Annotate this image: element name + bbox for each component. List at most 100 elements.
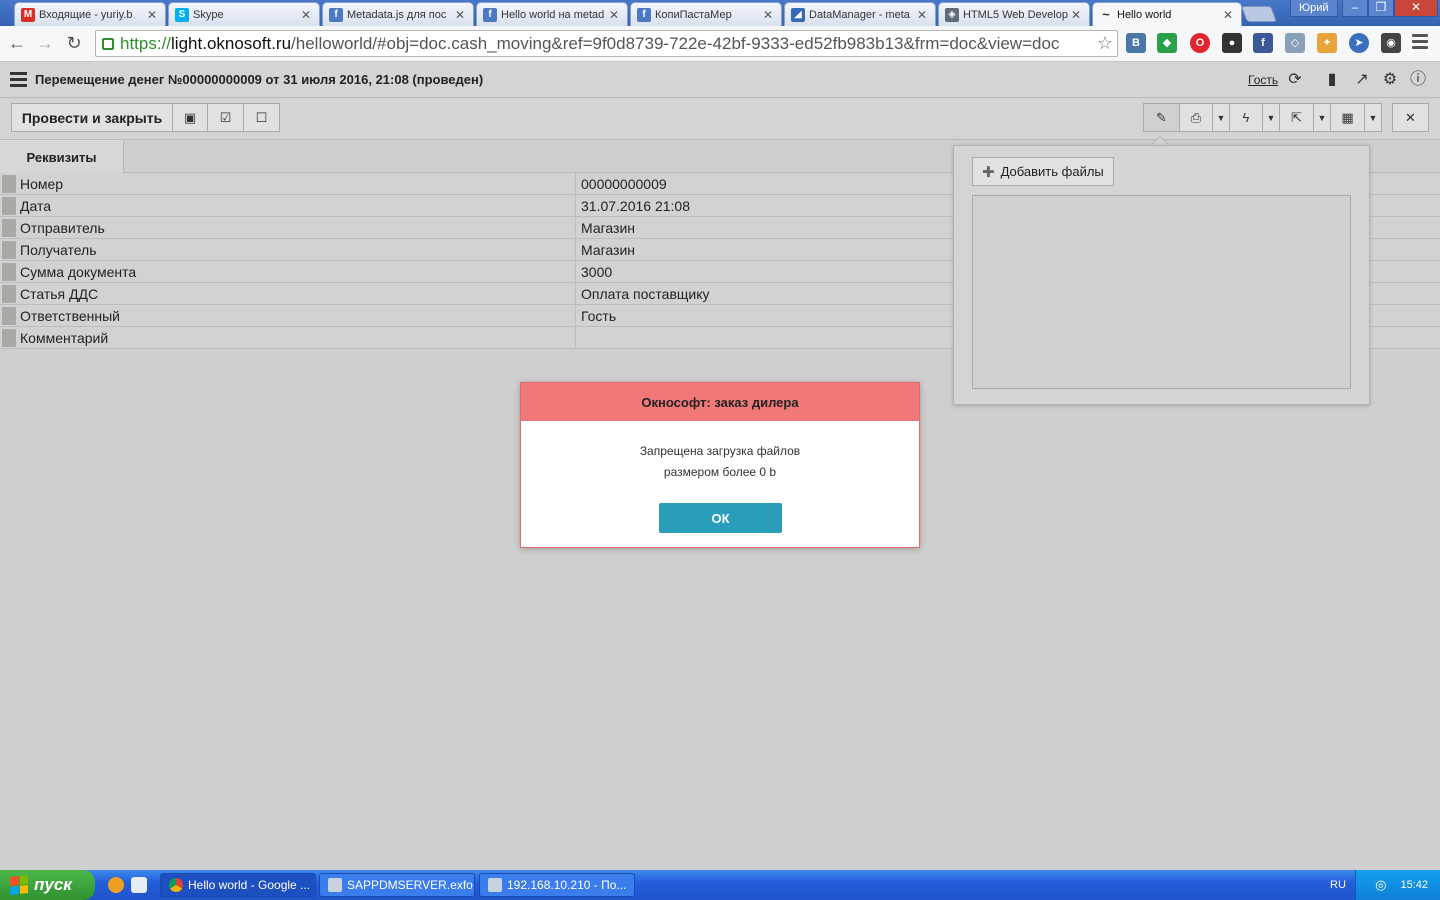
- window-user-badge[interactable]: Юрий: [1290, 0, 1338, 17]
- browser-tab-datamanager[interactable]: ◢ DataManager - meta ✕: [784, 2, 936, 26]
- attachments-list[interactable]: [972, 195, 1351, 389]
- lock-icon: [102, 37, 114, 50]
- close-icon[interactable]: ✕: [915, 8, 929, 22]
- open-external-button[interactable]: ⇱: [1279, 103, 1314, 132]
- dropbox-extension-icon[interactable]: ◇: [1285, 33, 1305, 53]
- tray-network-icon[interactable]: ◎: [1375, 877, 1386, 893]
- gear-icon[interactable]: ⚙: [1381, 71, 1399, 89]
- layout-dropdown-button[interactable]: ▼: [1364, 103, 1382, 132]
- refresh-icon[interactable]: ⟳: [1286, 71, 1304, 89]
- page-icon: f: [637, 7, 651, 22]
- browser-tab-helloworld[interactable]: ~ Hello world ✕: [1092, 2, 1242, 27]
- evernote-extension-icon[interactable]: ◆: [1157, 33, 1177, 53]
- task-remote-192[interactable]: 192.168.10.210 - По...: [479, 873, 635, 897]
- briefcase-icon[interactable]: ▮: [1323, 71, 1341, 89]
- start-button[interactable]: пуск: [0, 870, 95, 900]
- language-indicator[interactable]: RU: [1330, 879, 1346, 891]
- chevron-down-icon: ▼: [1317, 112, 1327, 123]
- task-label: SAPPDMSERVER.exfo...: [347, 878, 475, 892]
- telegram-extension-icon[interactable]: ➤: [1349, 33, 1369, 53]
- add-files-button[interactable]: ✚ Добавить файлы: [972, 157, 1114, 186]
- quicklaunch-messenger-icon[interactable]: [108, 877, 124, 893]
- browser-tab-label: КопиПастаМер: [655, 8, 732, 21]
- form-toolbar: Провести и закрыть ▣ ☑ ☐ ✎ ⎙ ▼ ϟ ▼ ⇱ ▼ ▦…: [0, 98, 1440, 140]
- row-marker: [2, 263, 16, 281]
- post-button[interactable]: ☑: [207, 103, 244, 132]
- url-text[interactable]: https://light.oknosoft.ru/helloworld/#ob…: [120, 34, 1059, 54]
- vk-extension-icon[interactable]: B: [1126, 33, 1146, 53]
- info-icon[interactable]: ⓘ: [1409, 71, 1427, 89]
- browser-tab-gmail[interactable]: M Входящие - yuriy.b ✕: [14, 2, 166, 26]
- print-button[interactable]: ⎙: [1179, 103, 1213, 132]
- reload-icon[interactable]: ↻: [63, 32, 85, 54]
- open-external-dropdown-button[interactable]: ▼: [1313, 103, 1331, 132]
- save-button[interactable]: ▣: [172, 103, 208, 132]
- browser-tab-kopipastamer[interactable]: f КопиПастаМер ✕: [630, 2, 782, 26]
- browser-tab-strip: M Входящие - yuriy.b ✕ S Skype ✕ f Metad…: [0, 0, 1440, 27]
- start-label: пуск: [34, 875, 72, 894]
- back-icon[interactable]: ←: [6, 32, 28, 54]
- chart-icon[interactable]: ↗: [1353, 71, 1371, 89]
- browser-tab-label: Metadata.js для пос: [347, 8, 447, 21]
- layout-button[interactable]: ▦: [1330, 103, 1365, 132]
- hamburger-menu-icon[interactable]: [10, 72, 27, 90]
- plus-icon: ✚: [982, 163, 995, 181]
- browser-toolbar: ← → ↻ https://light.oknosoft.ru/hellowor…: [0, 26, 1440, 62]
- close-form-button[interactable]: ✕: [1392, 103, 1429, 132]
- skype-icon: S: [175, 7, 189, 22]
- task-label: Hello world - Google ...: [188, 878, 311, 892]
- unpost-button[interactable]: ☐: [243, 103, 280, 132]
- restore-icon[interactable]: ❐: [1368, 0, 1394, 17]
- actions-button[interactable]: ϟ: [1229, 103, 1263, 132]
- field-label: Номер: [20, 176, 64, 192]
- browser-tab-helloworld-metadata[interactable]: f Hello world на metad ✕: [476, 2, 628, 26]
- forward-icon[interactable]: →: [34, 32, 56, 54]
- post-and-close-button[interactable]: Провести и закрыть: [11, 103, 173, 132]
- address-bar[interactable]: https://light.oknosoft.ru/helloworld/#ob…: [95, 30, 1118, 57]
- opera-extension-icon[interactable]: O: [1190, 33, 1210, 53]
- url-host: light.oknosoft.ru: [171, 33, 292, 53]
- close-icon[interactable]: ✕: [607, 8, 621, 22]
- chevron-down-icon: ▼: [1368, 112, 1378, 123]
- page-icon: f: [483, 7, 497, 22]
- field-label: Отправитель: [20, 220, 105, 236]
- add-files-label: Добавить файлы: [1000, 164, 1104, 179]
- windows-taskbar: пуск Hello world - Google ... SAPPDMSERV…: [0, 870, 1440, 900]
- bookmark-star-icon[interactable]: ☆: [1097, 33, 1113, 54]
- browser-tab-html5[interactable]: ◈ HTML5 Web Develop ✕: [938, 2, 1090, 26]
- actions-dropdown-button[interactable]: ▼: [1262, 103, 1280, 132]
- close-icon[interactable]: ✕: [453, 8, 467, 22]
- url-scheme: https://: [120, 33, 172, 53]
- minimize-icon[interactable]: –: [1342, 0, 1368, 17]
- window-close-icon[interactable]: ✕: [1394, 0, 1438, 17]
- dialog-message-line: размером более 0 b: [663, 465, 777, 479]
- close-icon[interactable]: ✕: [1069, 8, 1083, 22]
- browser-tab-metadata[interactable]: f Metadata.js для пос ✕: [322, 2, 474, 26]
- close-icon[interactable]: ✕: [1221, 8, 1235, 22]
- user-link[interactable]: Гость: [1248, 73, 1278, 87]
- task-chrome[interactable]: Hello world - Google ...: [160, 873, 316, 897]
- attachments-button[interactable]: ✎: [1143, 103, 1180, 132]
- quicklaunch-ie-icon[interactable]: [131, 877, 147, 893]
- browser-tab-label: Входящие - yuriy.b: [39, 8, 133, 21]
- lightbulb-extension-icon[interactable]: ◉: [1381, 33, 1401, 53]
- browser-menu-icon[interactable]: [1412, 34, 1428, 52]
- row-marker: [2, 219, 16, 237]
- arrow-icon: ◢: [791, 7, 805, 22]
- alert-dialog: Окнософт: заказ дилера Запрещена загрузк…: [520, 382, 920, 548]
- close-icon[interactable]: ✕: [145, 8, 159, 22]
- paperclip-icon: ✎: [1156, 109, 1167, 125]
- browser-tab-skype[interactable]: S Skype ✕: [168, 2, 320, 26]
- ok-button[interactable]: ОК: [659, 503, 782, 533]
- row-marker: [2, 175, 16, 193]
- tab-requisites[interactable]: Реквизиты: [0, 140, 124, 174]
- pinwheel-extension-icon[interactable]: ✦: [1317, 33, 1337, 53]
- stylish-extension-icon[interactable]: ●: [1222, 33, 1242, 53]
- task-sappdmserver[interactable]: SAPPDMSERVER.exfo...: [319, 873, 475, 897]
- new-tab-button[interactable]: [1241, 6, 1277, 22]
- row-marker: [2, 307, 16, 325]
- facebook-extension-icon[interactable]: f: [1253, 33, 1273, 53]
- close-icon[interactable]: ✕: [761, 8, 775, 22]
- close-icon[interactable]: ✕: [299, 8, 313, 22]
- print-dropdown-button[interactable]: ▼: [1212, 103, 1230, 132]
